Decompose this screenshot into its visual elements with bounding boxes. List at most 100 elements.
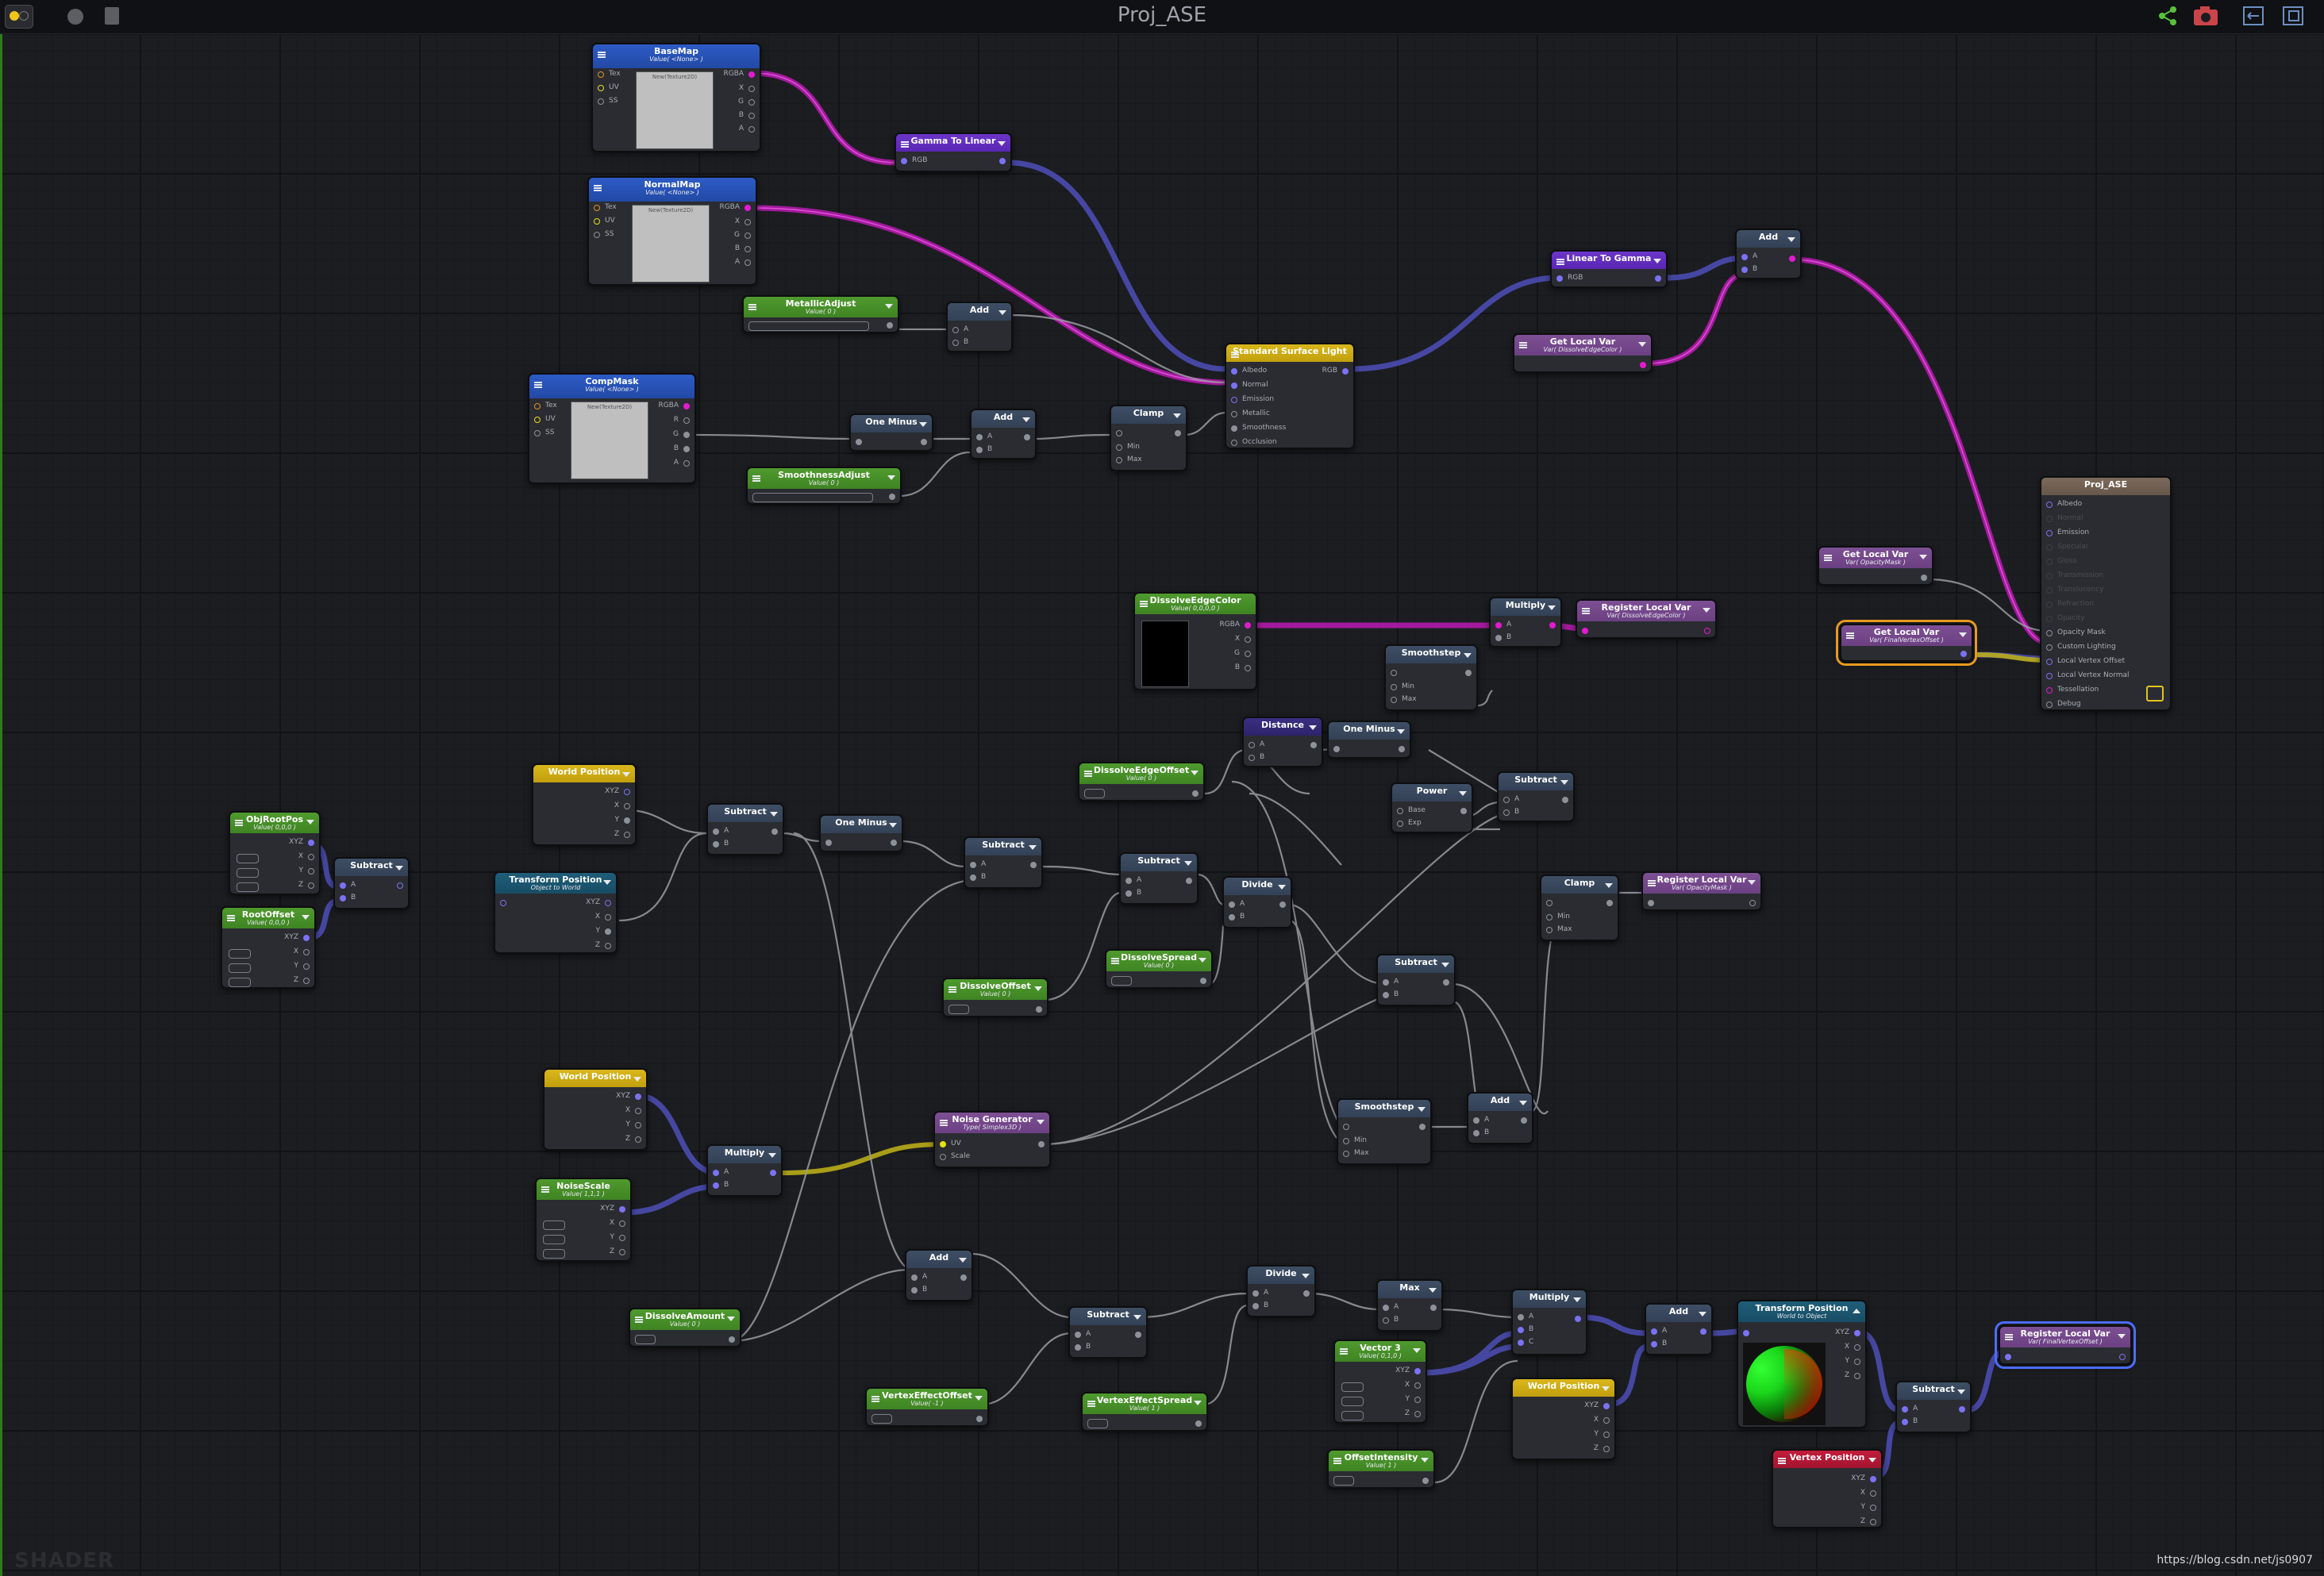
master-port[interactable]: Opacity Mask bbox=[2046, 628, 2106, 636]
node-subtract-2[interactable]: Subtract A B bbox=[964, 836, 1043, 889]
edge-offset-field[interactable] bbox=[1084, 789, 1105, 798]
master-port[interactable]: Opacity bbox=[2046, 614, 2085, 622]
node-divide-mid[interactable]: Divide A B bbox=[1222, 876, 1292, 928]
offset-intensity-field[interactable] bbox=[1333, 1476, 1354, 1486]
node-objrootpos[interactable]: ObjRootPos Value( 0,0,0 ) XYZ X Y Z bbox=[229, 811, 321, 895]
master-port[interactable]: Local Vertex Normal bbox=[2046, 671, 2130, 679]
vertex-effect-offset-field[interactable] bbox=[872, 1414, 892, 1424]
node-add-top-right[interactable]: Add A B bbox=[1735, 229, 1802, 279]
field-y[interactable] bbox=[1341, 1397, 1364, 1406]
node-distance[interactable]: Distance A B bbox=[1242, 717, 1323, 767]
node-standard-surface-light[interactable]: Standard Surface Light Albedo Normal Emi… bbox=[1225, 343, 1355, 449]
node-register-opacity[interactable]: Register Local Var Var( OpacityMask ) bbox=[1641, 871, 1762, 911]
node-one-minus-mid[interactable]: One Minus bbox=[1327, 721, 1411, 759]
node-gamma-to-linear[interactable]: Gamma To Linear RGB bbox=[895, 133, 1012, 172]
node-dissolve-spread[interactable]: DissolveSpread Value( 0 ) bbox=[1105, 949, 1213, 989]
node-power[interactable]: Power Base Exp bbox=[1391, 782, 1473, 833]
node-compmask[interactable]: CompMask Value( <None> ) Tex UV SS New(Te… bbox=[528, 373, 696, 484]
node-add-dissolve[interactable]: Add A B bbox=[905, 1249, 973, 1301]
master-port[interactable]: Normal bbox=[2046, 514, 2084, 522]
node-add-metal[interactable]: Add A B bbox=[946, 302, 1013, 352]
node-noise-generator[interactable]: Noise Generator Type( Simplex3D ) UV Scal… bbox=[933, 1111, 1051, 1168]
node-basemap[interactable]: BaseMap Value( <None> ) Tex UV SS New(Tex… bbox=[591, 43, 761, 152]
save-icon[interactable] bbox=[2146, 686, 2164, 702]
field-x[interactable] bbox=[543, 1220, 565, 1230]
graph-canvas[interactable] bbox=[0, 33, 2324, 1576]
node-smoothness-adjust[interactable]: SmoothnessAdjust Value( 0 ) bbox=[746, 467, 902, 505]
node-dissolve-edge-offset[interactable]: DissolveEdgeOffset Value( 0 ) bbox=[1078, 762, 1205, 801]
node-dissolve-edge-color[interactable]: DissolveEdgeColor Value( 0,0,0,0 ) RGBA X… bbox=[1133, 592, 1257, 690]
metallic-slider[interactable] bbox=[748, 321, 869, 331]
node-dissolve-offset[interactable]: DissolveOffset Value( 0 ) bbox=[942, 978, 1048, 1017]
node-normalmap[interactable]: NormalMap Value( <None> ) Tex UV SS New(T… bbox=[587, 176, 757, 286]
node-world-position-2[interactable]: World Position XYZ X Y Z bbox=[543, 1068, 648, 1151]
node-proj-ase-master[interactable]: Proj_ASE Albedo Normal Emission Specular Glo… bbox=[2040, 476, 2172, 711]
field-y[interactable] bbox=[543, 1235, 565, 1244]
node-dissolve-amount[interactable]: DissolveAmount Value( 0 ) bbox=[629, 1308, 741, 1347]
node-register-offset[interactable]: Register Local Var Var( FinalVertexOffset… bbox=[1995, 1321, 2136, 1369]
node-max[interactable]: Max A B bbox=[1376, 1279, 1443, 1332]
node-rootoffset[interactable]: RootOffset Value( 0,0,0 ) XYZ X Y Z bbox=[221, 906, 316, 989]
node-add-final[interactable]: Add A B bbox=[1645, 1303, 1713, 1355]
master-port[interactable]: Debug bbox=[2046, 700, 2081, 708]
field-z[interactable] bbox=[229, 978, 251, 987]
node-multiply-noise[interactable]: Multiply A B bbox=[706, 1144, 783, 1197]
node-add-smooth[interactable]: Add A B bbox=[970, 409, 1037, 459]
node-clamp-top[interactable]: Clamp Min Max bbox=[1110, 405, 1187, 471]
master-port[interactable]: Tessellation bbox=[2046, 686, 2099, 694]
node-offset-intensity[interactable]: OffsetIntensity Value( 1 ) bbox=[1327, 1449, 1435, 1489]
dissolve-spread-field[interactable] bbox=[1111, 976, 1132, 986]
node-get-local-var-edge[interactable]: Get Local Var Var( DissolveEdgeColor ) bbox=[1513, 333, 1653, 373]
node-one-minus-top[interactable]: One Minus bbox=[849, 413, 933, 452]
master-port[interactable]: Custom Lighting bbox=[2046, 643, 2116, 651]
node-multiply-edge[interactable]: Multiply A B bbox=[1489, 597, 1562, 648]
node-metallic-adjust[interactable]: MetallicAdjust Value( 0 ) bbox=[742, 295, 899, 333]
camera-icon[interactable] bbox=[2192, 5, 2218, 27]
master-port[interactable]: Specular bbox=[2046, 543, 2088, 551]
node-add-low[interactable]: Add A B bbox=[1467, 1092, 1533, 1144]
field-x[interactable] bbox=[1341, 1382, 1364, 1392]
color-swatch[interactable] bbox=[1141, 621, 1189, 687]
node-vector3[interactable]: Vector 3 Value( 0,1,0 ) XYZ X Y Z bbox=[1333, 1340, 1427, 1424]
master-port[interactable]: Local Vertex Offset bbox=[2046, 657, 2125, 665]
master-port[interactable]: Translucency bbox=[2046, 586, 2103, 594]
node-register-edge[interactable]: Register Local Var Var( DissolveEdgeColor… bbox=[1576, 599, 1717, 639]
node-clamp-mid[interactable]: Clamp Min Max bbox=[1540, 874, 1619, 941]
node-world-position-3[interactable]: World Position XYZ X Y Z bbox=[1511, 1378, 1616, 1460]
field-y[interactable] bbox=[229, 963, 251, 973]
master-port[interactable]: Transmission bbox=[2046, 571, 2103, 579]
node-subtract-root[interactable]: Subtract A B bbox=[333, 857, 410, 909]
dissolve-amount-field[interactable] bbox=[635, 1335, 656, 1344]
field-z[interactable] bbox=[237, 882, 259, 892]
node-subtract-1[interactable]: Subtract A B bbox=[706, 803, 784, 855]
node-subtract-power[interactable]: Subtract A B bbox=[1497, 771, 1575, 822]
share-icon[interactable] bbox=[2156, 5, 2180, 27]
node-world-position-1[interactable]: World Position XYZ X Y Z bbox=[532, 763, 637, 846]
node-subtract-3[interactable]: Subtract A B bbox=[1119, 852, 1199, 905]
node-vertex-position[interactable]: Vertex Position XYZ X Y Z bbox=[1772, 1449, 1883, 1528]
maximize-icon[interactable] bbox=[2281, 5, 2305, 27]
fit-icon[interactable] bbox=[2241, 5, 2265, 27]
node-vertex-effect-spread[interactable]: VertexEffectSpread Value( 1 ) bbox=[1081, 1392, 1208, 1432]
field-x[interactable] bbox=[229, 949, 251, 959]
field-z[interactable] bbox=[1341, 1411, 1364, 1420]
node-transform-position-2[interactable]: Transform Position World to Object XYZ X … bbox=[1737, 1300, 1867, 1428]
node-subtract-4[interactable]: Subtract A B bbox=[1376, 954, 1456, 1006]
node-one-minus-low[interactable]: One Minus bbox=[819, 814, 903, 852]
node-smoothstep-top[interactable]: Smoothstep Min Max bbox=[1384, 644, 1478, 711]
dissolve-offset-field[interactable] bbox=[948, 1005, 969, 1014]
field-x[interactable] bbox=[237, 854, 259, 863]
node-noise-scale[interactable]: NoiseScale Value( 1,1,1 ) XYZ X Y Z bbox=[535, 1178, 632, 1262]
master-port[interactable]: Gloss bbox=[2046, 557, 2076, 565]
node-transform-position-1[interactable]: Transform Position Object to World XYZ X … bbox=[494, 871, 618, 954]
smoothness-slider[interactable] bbox=[752, 493, 873, 502]
master-port[interactable]: Refraction bbox=[2046, 600, 2094, 608]
node-subtract-vertex[interactable]: Subtract A B bbox=[1068, 1306, 1148, 1359]
node-smoothstep-low[interactable]: Smoothstep Min Max bbox=[1337, 1098, 1432, 1165]
node-linear-to-gamma[interactable]: Linear To Gamma RGB bbox=[1550, 250, 1668, 288]
master-port[interactable]: Emission bbox=[2046, 529, 2089, 536]
vertex-effect-spread-field[interactable] bbox=[1087, 1419, 1108, 1428]
field-z[interactable] bbox=[543, 1249, 565, 1259]
node-get-local-var-opacity[interactable]: Get Local Var Var( OpacityMask ) bbox=[1818, 546, 1933, 586]
node-divide-low[interactable]: Divide A B bbox=[1246, 1265, 1316, 1317]
